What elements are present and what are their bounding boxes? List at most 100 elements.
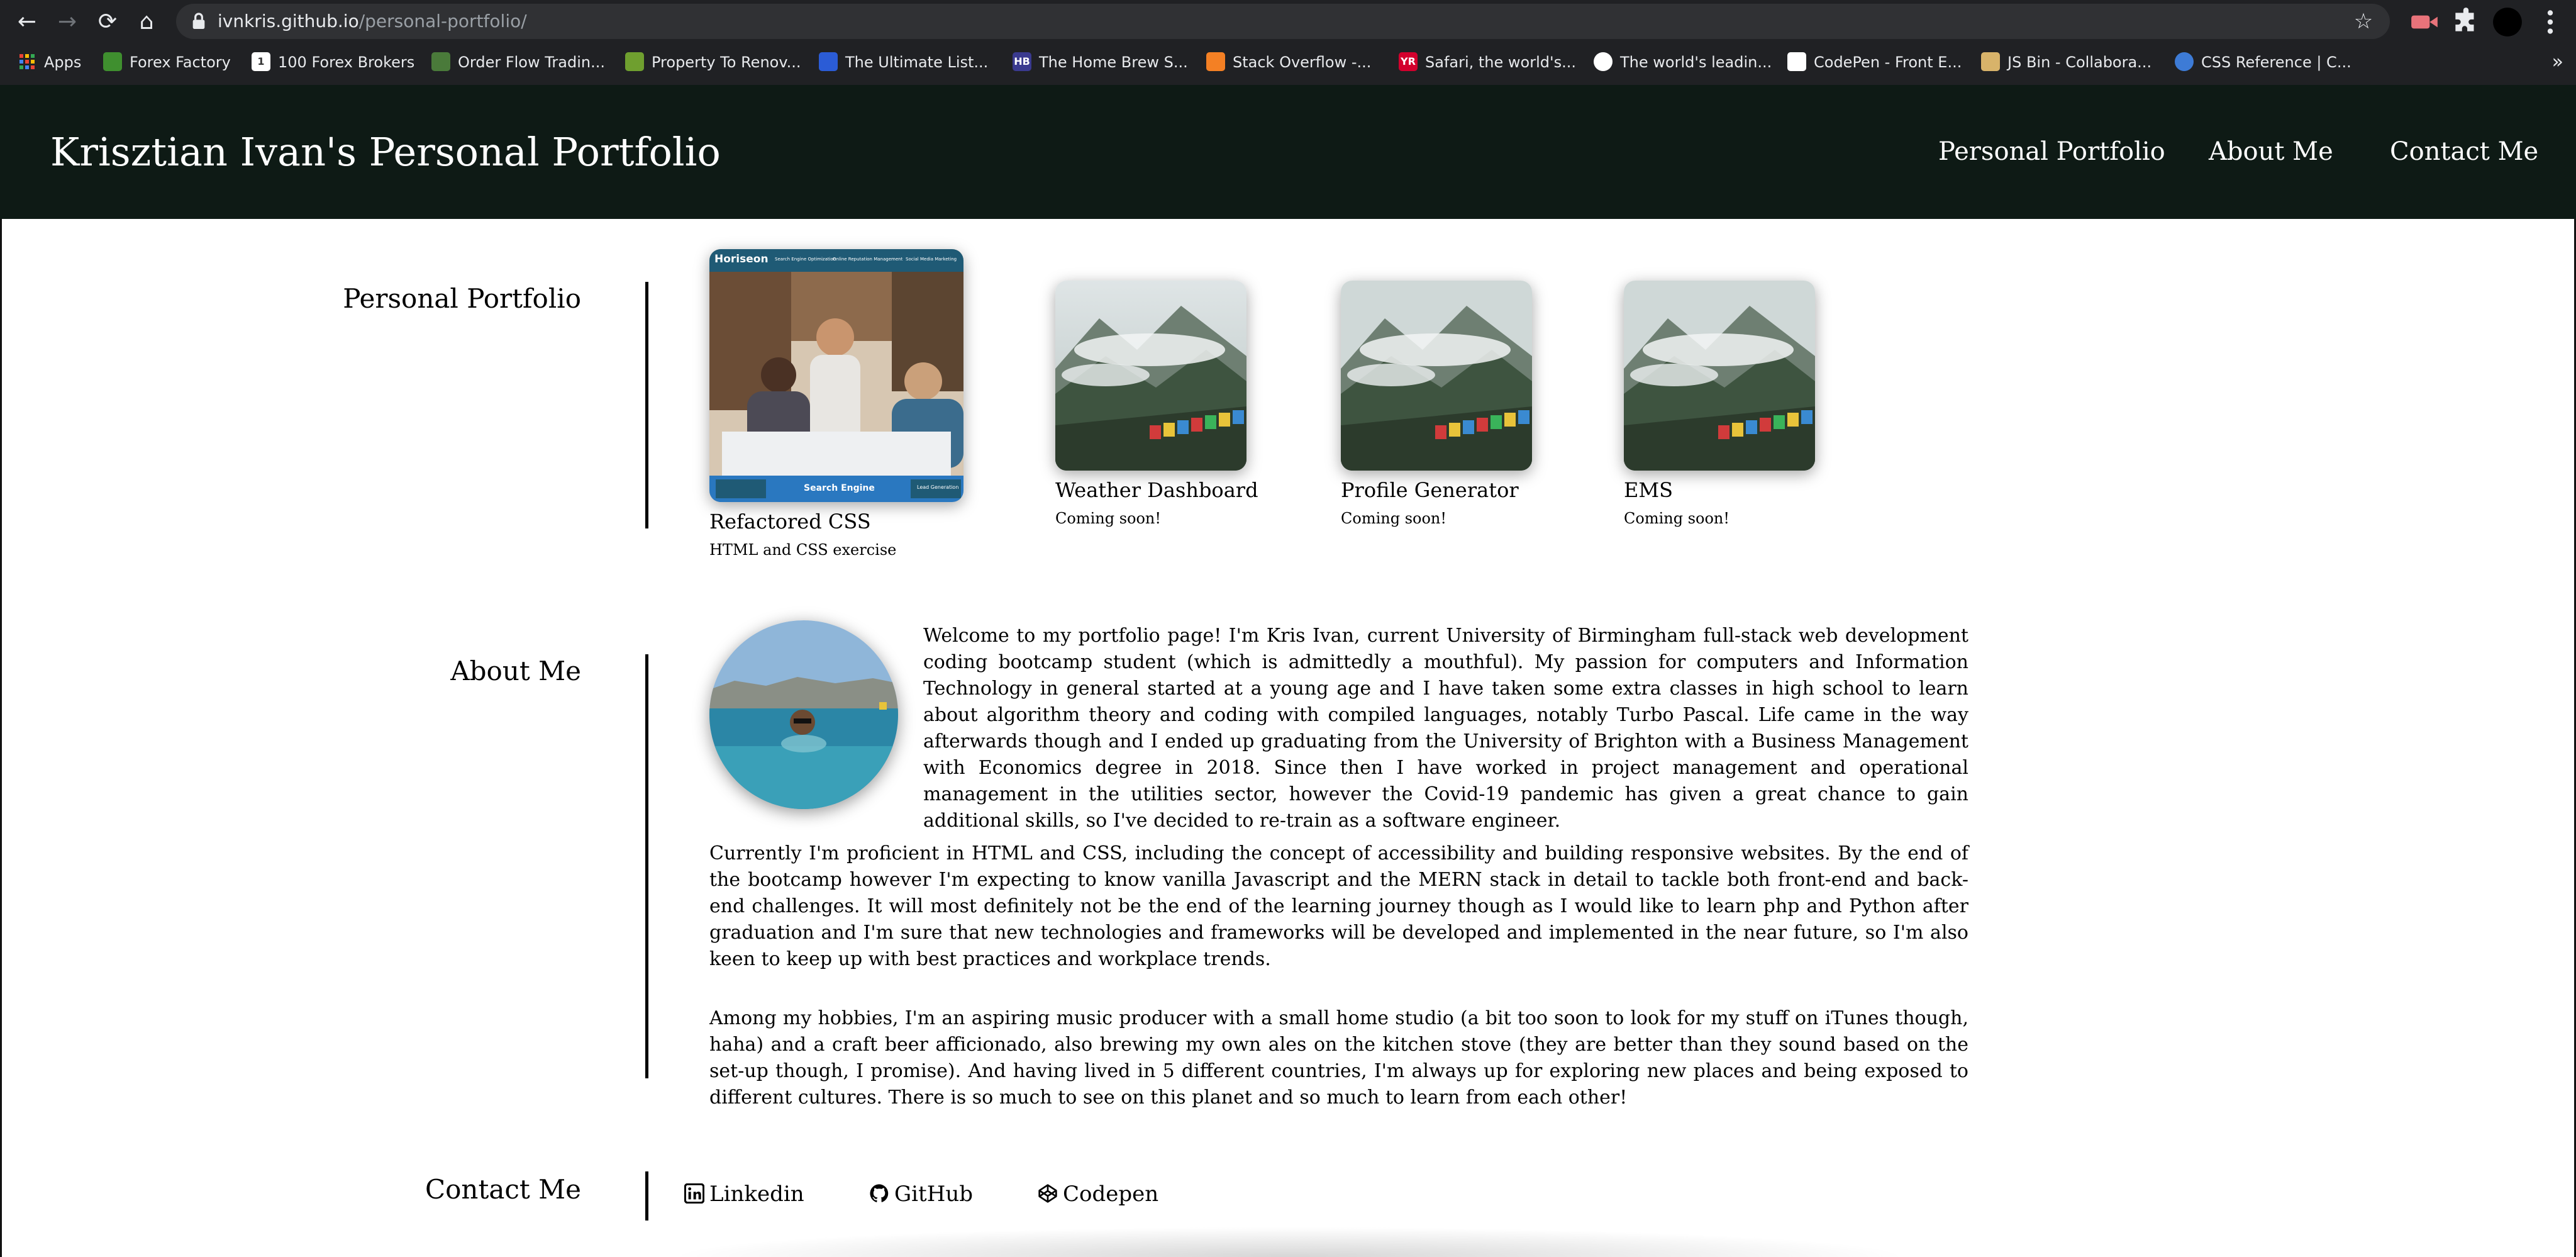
- url-path: /personal-portfolio/: [358, 11, 527, 31]
- order-flow-icon: [431, 52, 450, 71]
- bookmark-label: The Home Brew S...: [1039, 53, 1188, 71]
- contact-link-codepen[interactable]: Codepen: [1038, 1176, 1158, 1212]
- project-card-refactored-css[interactable]: Horiseon Search Engine Optimization Onli…: [709, 249, 963, 564]
- bookmark-jsbin[interactable]: JS Bin - Collabora...: [1981, 47, 2151, 78]
- nav-link-about-me[interactable]: About Me: [2209, 85, 2333, 219]
- thumbnail-brand: Horiseon: [714, 253, 769, 265]
- contact-link-github[interactable]: GitHub: [869, 1176, 973, 1212]
- bookmarks-bar: Apps Forex Factory 1 100 Forex Brokers Or…: [0, 47, 2576, 78]
- project-card-ems[interactable]: EMS Coming soon!: [1624, 281, 1815, 532]
- forex-brokers-icon: 1: [252, 52, 270, 71]
- project-thumbnail[interactable]: [1341, 281, 1532, 471]
- bookmark-apps[interactable]: Apps: [18, 47, 81, 78]
- about-paragraph-hobbies: Among my hobbies, I'm an aspiring music …: [709, 1007, 1968, 1109]
- safari-books-icon: YR: [1399, 52, 1418, 71]
- thumbnail-illustration: [709, 249, 963, 502]
- back-icon[interactable]: ←: [11, 6, 43, 38]
- screen-recorder-extension-icon[interactable]: [2409, 6, 2440, 38]
- bookmark-css-reference[interactable]: CSS Reference | C...: [2175, 47, 2351, 78]
- stack-overflow-icon: [1206, 52, 1225, 71]
- bookmark-github[interactable]: The world's leadin...: [1594, 47, 1772, 78]
- bookmark-stack-overflow[interactable]: Stack Overflow -...: [1206, 47, 1371, 78]
- contact-link-label: GitHub: [894, 1182, 974, 1207]
- linkedin-icon: [684, 1183, 704, 1204]
- bookmark-label: The Ultimate List...: [845, 53, 989, 71]
- thumbnail-nav-3: Social Media Marketing: [906, 257, 957, 262]
- project-card-profile-generator[interactable]: Profile Generator Coming soon!: [1341, 281, 1532, 532]
- url-host: ivnkris.github.io: [218, 11, 359, 31]
- github-icon: [1594, 52, 1613, 71]
- bookmark-label: Safari, the world's...: [1425, 53, 1576, 71]
- project-subtitle: HTML and CSS exercise: [709, 541, 897, 559]
- site-header: Krisztian Ivan's Personal Portfolio Pers…: [0, 85, 2576, 219]
- bookmark-codepen[interactable]: CodePen - Front E...: [1787, 47, 1962, 78]
- apps-grid-icon: [18, 52, 36, 71]
- bookmark-label: Forex Factory: [130, 53, 231, 71]
- project-title: Weather Dashboard: [1055, 478, 1258, 502]
- bookmark-safari-books[interactable]: YR Safari, the world's...: [1399, 47, 1576, 78]
- url-text[interactable]: ivnkris.github.io/personal-portfolio/: [218, 4, 527, 39]
- bookmark-label: Apps: [44, 53, 82, 71]
- reload-icon[interactable]: ⟳: [92, 6, 123, 38]
- github-icon: [870, 1184, 889, 1202]
- about-paragraph-intro: Welcome to my portfolio page! I'm Kris I…: [923, 625, 1968, 832]
- bookmark-order-flow[interactable]: Order Flow Tradin...: [431, 47, 605, 78]
- bookmark-label: The world's leadin...: [1620, 53, 1772, 71]
- bookmark-forex-brokers[interactable]: 1 100 Forex Brokers: [252, 47, 414, 78]
- menu-kebab-icon[interactable]: [2534, 6, 2566, 38]
- section-divider: [645, 282, 648, 528]
- mountain-landscape-image: [1624, 281, 1815, 471]
- project-thumbnail[interactable]: [1055, 281, 1246, 471]
- bookmark-star-icon[interactable]: ☆: [2350, 8, 2377, 35]
- bookmark-ultimate-list[interactable]: The Ultimate List...: [819, 47, 988, 78]
- more-bookmarks-chevron[interactable]: »: [2552, 47, 2563, 78]
- address-bar[interactable]: ivnkris.github.io/personal-portfolio/ ☆: [176, 4, 2390, 39]
- bookmark-label: CSS Reference | C...: [2201, 53, 2351, 71]
- nav-link-personal-portfolio[interactable]: Personal Portfolio: [1938, 85, 2165, 219]
- extensions-puzzle-icon[interactable]: [2450, 6, 2482, 38]
- contact-heading: Contact Me: [425, 1174, 581, 1205]
- jsbin-icon: [1981, 52, 2000, 71]
- project-thumbnail[interactable]: [1624, 281, 1815, 471]
- avatar-photo: [709, 620, 898, 809]
- home-brew-icon: HB: [1013, 52, 1031, 71]
- portfolio-heading: Personal Portfolio: [343, 283, 581, 314]
- ultimate-list-icon: [819, 52, 838, 71]
- window-edge: [0, 219, 2, 1257]
- section-divider: [645, 654, 648, 1078]
- footer-shadow: [667, 1227, 1912, 1257]
- forex-factory-icon: [103, 52, 122, 71]
- section-divider: [645, 1171, 648, 1221]
- mountain-landscape-image: [1055, 281, 1246, 471]
- project-subtitle: Coming soon!: [1055, 510, 1162, 527]
- project-title: Profile Generator: [1341, 478, 1519, 502]
- avatar: [709, 620, 898, 809]
- codepen-icon: [1038, 1184, 1057, 1203]
- home-icon[interactable]: ⌂: [131, 6, 162, 38]
- bookmark-label: Property To Renov...: [652, 53, 801, 71]
- project-subtitle: Coming soon!: [1624, 510, 1730, 527]
- contact-link-linkedin[interactable]: Linkedin: [684, 1176, 804, 1212]
- bookmark-property[interactable]: Property To Renov...: [625, 47, 801, 78]
- property-icon: [625, 52, 644, 71]
- bookmark-forex-factory[interactable]: Forex Factory: [103, 47, 231, 78]
- about-paragraph-skills: Currently I'm proficient in HTML and CSS…: [709, 842, 1968, 970]
- nav-link-contact-me[interactable]: Contact Me: [2390, 85, 2538, 219]
- project-thumbnail[interactable]: Horiseon Search Engine Optimization Onli…: [709, 249, 963, 502]
- project-card-weather-dashboard[interactable]: Weather Dashboard Coming soon!: [1055, 281, 1258, 532]
- bookmark-label: JS Bin - Collabora...: [2007, 53, 2152, 71]
- thumbnail-nav-2: Online Reputation Management: [833, 257, 903, 262]
- bookmark-label: Order Flow Tradin...: [458, 53, 605, 71]
- site-title: Krisztian Ivan's Personal Portfolio: [50, 129, 721, 175]
- bookmark-home-brew[interactable]: HB The Home Brew S...: [1013, 47, 1188, 78]
- contact-link-label: Linkedin: [709, 1182, 804, 1207]
- project-title: EMS: [1624, 478, 1674, 502]
- lock-icon: [192, 13, 205, 29]
- forward-icon[interactable]: →: [52, 6, 83, 38]
- bookmark-label: Stack Overflow -...: [1233, 53, 1372, 71]
- thumbnail-footer-right: Lead Generation: [917, 484, 959, 490]
- profile-avatar-icon[interactable]: [2492, 6, 2523, 38]
- browser-toolbar: ← → ⟳ ⌂ ivnkris.github.io/personal-portf…: [0, 0, 2576, 85]
- bookmark-label: CodePen - Front E...: [1814, 53, 1962, 71]
- project-subtitle: Coming soon!: [1341, 510, 1447, 527]
